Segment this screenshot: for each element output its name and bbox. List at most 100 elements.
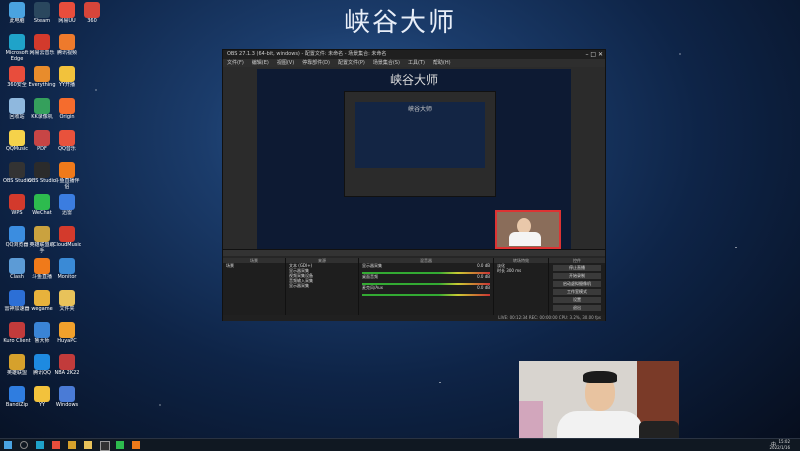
control-button[interactable]: 工作室模式 [553, 289, 601, 295]
desktop-icon[interactable]: 鲁大师 [28, 322, 56, 350]
duration-value[interactable]: 300 ms [506, 268, 521, 273]
desktop-icon[interactable]: QQ音乐 [53, 130, 81, 158]
mixer-channel[interactable]: 显示器采集 0.0 dB [359, 263, 493, 274]
desktop-icon[interactable]: CloudMusic [53, 226, 81, 254]
sources-panel[interactable]: 来源 文本 (GDI+) 显示器采集 视频采集设备 音频输入采集 显示器采集 [286, 258, 359, 318]
obs-window[interactable]: OBS 27.1.3 (64-bit, windows) - 配置文件: 未命名… [222, 49, 606, 321]
control-button[interactable]: 退出 [553, 305, 601, 311]
obs-dock: 场景 场景 来源 文本 (GDI+) 显示器采集 视频采集设备 音频输入采集 显示器采集… [223, 249, 605, 321]
source-item[interactable]: 显示器采集 [286, 283, 358, 288]
window-controls[interactable]: – □ ✕ [585, 50, 603, 59]
clock[interactable]: 15:02 2022/1/16 [769, 439, 790, 451]
mixer-panel[interactable]: 混音器 显示器采集 0.0 dB 桌面音频 0.0 dB 麦克风/Aux 0.0 dB [359, 258, 494, 318]
desktop-icon[interactable]: 英雄联盟 [3, 354, 31, 382]
desktop-icon[interactable]: NBA 2K22 [53, 354, 81, 382]
menu-item[interactable]: 编辑(E) [252, 60, 269, 66]
desktop-icon[interactable]: Microsoft Edge [3, 34, 31, 62]
desktop-icon[interactable]: KK录像机 [28, 98, 56, 126]
desktop-icon[interactable]: 文件夹 [53, 290, 81, 318]
control-button[interactable]: 设置 [553, 297, 601, 303]
desktop-icon[interactable]: 雷神加速器 [3, 290, 31, 318]
desktop-icon[interactable]: QQMusic [3, 130, 31, 158]
scene-item[interactable]: 场景 [223, 263, 285, 268]
desktop-icon-label: Steam [33, 18, 51, 24]
controls-panel[interactable]: 控件 停止直播 开始录制 启动虚拟摄像机 工作室模式 设置 退出 [549, 258, 605, 318]
desktop-icon[interactable]: Everything [28, 66, 56, 94]
desktop-icon[interactable]: Steam [28, 2, 56, 30]
desktop-icon[interactable]: 网易UU [53, 2, 81, 30]
obs-titlebar[interactable]: OBS 27.1.3 (64-bit, windows) - 配置文件: 未命名… [223, 50, 605, 59]
desktop-icon[interactable]: 斗鱼直播伴侣 [53, 162, 81, 190]
desktop-icon[interactable]: 腾讯QQ [28, 354, 56, 382]
desktop-icon[interactable]: QQ浏览器 [3, 226, 31, 254]
desktop-icon[interactable]: YY开播 [53, 66, 81, 94]
desktop-icon[interactable]: HuyaPC [53, 322, 81, 350]
desktop-icon[interactable]: YY [28, 386, 56, 414]
mixer-channel[interactable]: 麦克风/Aux 0.0 dB [359, 285, 493, 296]
obs-menubar[interactable]: 文件(F) 编辑(E) 视图(V) 停靠部件(D) 配置文件(P) 场景集合(S) 工具(T… [223, 59, 605, 67]
edge-icon[interactable] [36, 441, 44, 449]
desktop-icon-label: OBS Studio [28, 178, 56, 184]
desktop-icon[interactable]: 腾讯视频 [53, 34, 81, 62]
app-icon[interactable] [68, 441, 76, 449]
desktop-icon[interactable]: 斗鱼直播 [28, 258, 56, 286]
folder-icon[interactable] [84, 441, 92, 449]
app-icon [34, 162, 50, 178]
desktop-icon[interactable]: 360安全 [3, 66, 31, 94]
app-icon [9, 226, 25, 242]
desktop-icon[interactable]: Monitor [53, 258, 81, 286]
wechat-icon[interactable] [116, 441, 124, 449]
desktop-icon[interactable]: BandiZip [3, 386, 31, 414]
desktop-icon[interactable]: 回收站 [3, 98, 31, 126]
desktop-icon[interactable]: WPS [3, 194, 31, 222]
desktop-icon[interactable]: PDF [28, 130, 56, 158]
desktop-icon[interactable]: wegame [28, 290, 56, 318]
menu-item[interactable]: 文件(F) [227, 60, 244, 66]
control-button[interactable]: 开始录制 [553, 273, 601, 279]
desktop-icon[interactable]: 英雄联盟助手 [28, 226, 56, 254]
obs-preview[interactable]: 峡谷大师 峡谷大师 [257, 69, 571, 249]
desktop-icon-label: QQMusic [5, 146, 29, 152]
menu-item[interactable]: 停靠部件(D) [302, 60, 330, 66]
desktop-icon[interactable]: Origin [53, 98, 81, 126]
desktop-icon[interactable]: Clash [3, 258, 31, 286]
menu-item[interactable]: 工具(T) [408, 60, 425, 66]
menu-item[interactable]: 配置文件(P) [338, 60, 365, 66]
app-icon[interactable] [132, 441, 140, 449]
scenes-panel[interactable]: 场景 场景 [223, 258, 286, 318]
desktop-icon[interactable]: 迅雷 [53, 194, 81, 222]
desktop-icon[interactable]: OBS Studio [28, 162, 56, 190]
transition-duration-row[interactable]: 时长 300 ms [494, 268, 548, 273]
desktop-icon[interactable]: WeChat [28, 194, 56, 222]
app-icon [59, 130, 75, 146]
desktop-icon-label: NBA 2K22 [54, 370, 80, 376]
minimize-icon[interactable]: – [585, 51, 588, 58]
transition-panel[interactable]: 转场特效 淡化 时长 300 ms [494, 258, 549, 318]
menu-item[interactable]: 帮助(H) [433, 60, 451, 66]
mixer-channel[interactable]: 桌面音频 0.0 dB [359, 274, 493, 285]
desktop-icon[interactable]: 此电脑 [3, 2, 31, 30]
desktop-icon[interactable]: Kuro Client [3, 322, 31, 350]
app-icon [9, 34, 25, 50]
control-button[interactable]: 启动虚拟摄像机 [553, 281, 601, 287]
app-icon [9, 162, 25, 178]
close-icon[interactable]: ✕ [598, 51, 603, 58]
desktop-icon[interactable]: OBS Studio [3, 162, 31, 190]
menu-item[interactable]: 场景集合(S) [373, 60, 400, 66]
desktop-icon[interactable]: 360 [78, 2, 106, 30]
app-icon [59, 354, 75, 370]
app-icon [34, 354, 50, 370]
desktop-icon[interactable]: Windows [53, 386, 81, 414]
start-icon[interactable] [4, 441, 12, 449]
maximize-icon[interactable]: □ [590, 51, 596, 58]
mixer-channel-name: 显示器采集 0.0 dB [359, 263, 493, 268]
desktop-icon[interactable]: 网易云音乐 [28, 34, 56, 62]
control-button[interactable]: 停止直播 [553, 265, 601, 271]
desktop-icon-label: CloudMusic [53, 242, 81, 248]
search-icon[interactable] [20, 441, 28, 449]
menu-item[interactable]: 视图(V) [277, 60, 294, 66]
app-icon[interactable] [52, 441, 60, 449]
app-icon [59, 290, 75, 306]
mixer-channel-level: 0.0 dB [477, 263, 490, 268]
volume-meter[interactable] [362, 294, 490, 296]
